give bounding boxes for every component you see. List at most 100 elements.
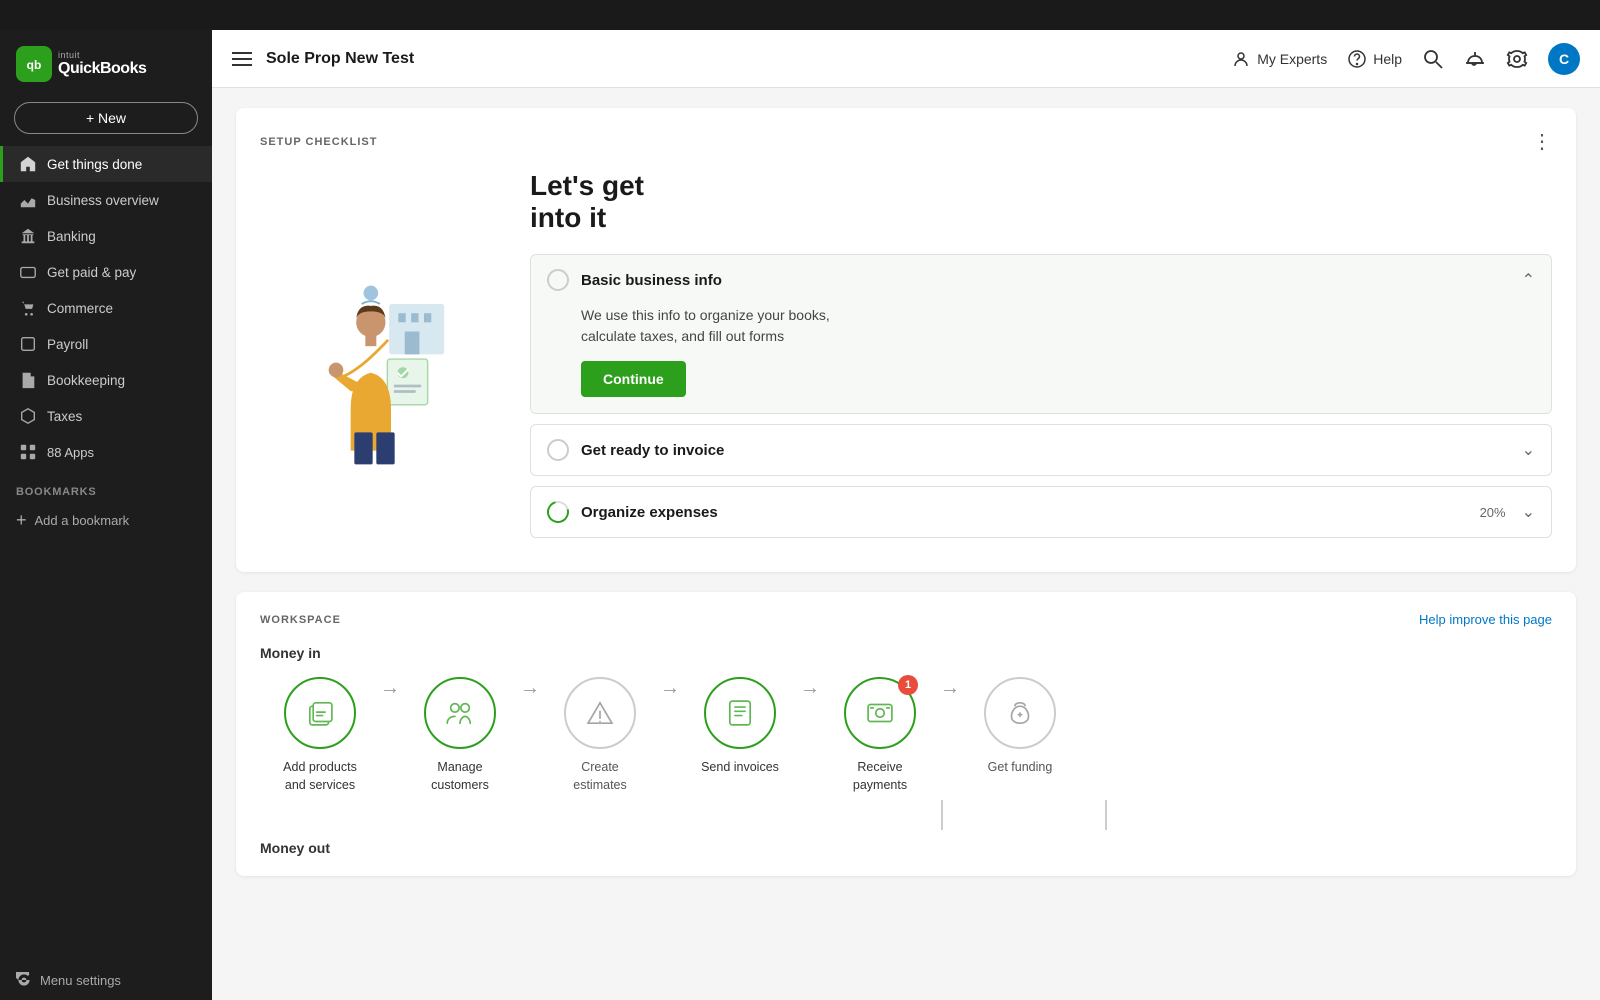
continue-button[interactable]: Continue [581, 361, 686, 397]
users-icon [443, 696, 477, 730]
settings-button[interactable] [1506, 48, 1528, 70]
add-bookmark-button[interactable]: + Add a bookmark [0, 502, 212, 539]
intuit-label: intuit [58, 50, 146, 60]
add-bookmark-label: Add a bookmark [35, 513, 130, 528]
workflow-icon-manage-customers [424, 677, 496, 749]
progress-text-expenses: 20% [1480, 505, 1506, 520]
circle-check-expenses [543, 497, 573, 527]
money-bag-icon [1003, 696, 1037, 730]
checklist-item-get-ready-left: Get ready to invoice [547, 439, 724, 461]
help-button[interactable]: Help [1347, 49, 1402, 69]
workspace-label: WORKSPACE [260, 614, 341, 626]
workspace-card: WORKSPACE Help improve this page Money i… [236, 592, 1576, 876]
workflow-item-send-invoices[interactable]: Send invoices [680, 677, 800, 777]
expand-chevron-expenses: ⌄ [1522, 502, 1535, 522]
sidebar-label-commerce: Commerce [47, 301, 113, 316]
my-experts-label: My Experts [1257, 51, 1327, 67]
workflow-label-send-invoices: Send invoices [701, 759, 779, 777]
search-button[interactable] [1422, 48, 1444, 70]
checklist-item-expenses-left: Organize expenses [547, 501, 718, 523]
workflow-arrow-5: → [940, 677, 960, 730]
sidebar-label-bookkeeping: Bookkeeping [47, 373, 125, 388]
sidebar-item-banking[interactable]: Banking [0, 218, 212, 254]
sidebar-item-payroll[interactable]: Payroll [0, 326, 212, 362]
gear-icon [16, 972, 32, 988]
workflow-label-add-products: Add productsand services [283, 759, 357, 794]
sidebar-label-banking: Banking [47, 229, 96, 244]
apps-icon [19, 443, 37, 461]
notifications-button[interactable] [1464, 48, 1486, 70]
workflow-item-manage-customers[interactable]: Managecustomers [400, 677, 520, 794]
checklist-desc-basic-info: We use this info to organize your books,… [581, 305, 1535, 347]
money-out-title: Money out [260, 840, 1552, 856]
illustration-svg [280, 249, 480, 469]
workflow-arrow-2: → [520, 677, 540, 730]
bell-icon [1464, 48, 1486, 70]
sidebar-item-bookkeeping[interactable]: Bookkeeping [0, 362, 212, 398]
sidebar-label-get-things-done: Get things done [47, 157, 142, 172]
bookmarks-title: BOOKMARKS [0, 470, 212, 502]
workflow-item-create-estimates[interactable]: Createestimates [540, 677, 660, 794]
workflow-item-add-products[interactable]: Add productsand services [260, 677, 380, 794]
checklist-title-expenses: Organize expenses [581, 504, 718, 521]
expand-chevron-up: ⌃ [1522, 270, 1535, 290]
sidebar-item-taxes[interactable]: Taxes [0, 398, 212, 434]
workflow-arrow-3: → [660, 677, 680, 730]
new-button[interactable]: + New [14, 102, 198, 134]
search-icon [1422, 48, 1444, 70]
workflow-icon-get-funding [984, 677, 1056, 749]
sidebar-item-get-paid-pay[interactable]: Get paid & pay [0, 254, 212, 290]
workflow-label-get-funding: Get funding [988, 759, 1053, 777]
sidebar-label-business-overview: Business overview [47, 193, 159, 208]
quickbooks-logo[interactable]: qb intuit QuickBooks [16, 46, 146, 82]
workflow-item-get-funding[interactable]: Get funding [960, 677, 1080, 777]
help-label: Help [1373, 51, 1402, 67]
setup-card-header: SETUP CHECKLIST ⋮ [260, 132, 1552, 152]
workflow-item-receive-payments[interactable]: 1 Receivepayments [820, 677, 940, 794]
quickbooks-label: QuickBooks [58, 60, 146, 77]
sidebar-item-apps[interactable]: 88 Apps [0, 434, 212, 470]
commerce-icon [19, 299, 37, 317]
workflow-label-create-estimates: Createestimates [573, 759, 627, 794]
checklist-item-basic-info-header[interactable]: Basic business info ⌃ [531, 255, 1551, 305]
sidebar-label-apps: 88 Apps [47, 445, 94, 460]
pay-icon [19, 263, 37, 281]
main-content: Sole Prop New Test My Experts [212, 30, 1600, 1000]
checklist-body-basic-info: We use this info to organize your books,… [531, 305, 1551, 413]
money-in-title: Money in [260, 645, 1552, 661]
workflow-label-receive-payments: Receivepayments [853, 759, 907, 794]
workflow-arrow-1: → [380, 677, 400, 730]
setup-illustration [260, 170, 500, 548]
workspace-header: WORKSPACE Help improve this page [260, 612, 1552, 627]
sidebar-item-get-things-done[interactable]: Get things done [0, 146, 212, 182]
header-right: My Experts Help [1231, 43, 1580, 75]
menu-settings-label: Menu settings [40, 973, 121, 988]
chart-icon [19, 191, 37, 209]
workflow-icon-create-estimates [564, 677, 636, 749]
vertical-line-receive-payments [1105, 800, 1107, 830]
header: Sole Prop New Test My Experts [212, 30, 1600, 88]
invoice-stack-icon [303, 696, 337, 730]
circle-check-get-ready [547, 439, 569, 461]
more-options-button[interactable]: ⋮ [1532, 132, 1552, 152]
sidebar-item-business-overview[interactable]: Business overview [0, 182, 212, 218]
workflow-icon-add-products [284, 677, 356, 749]
workflow-icon-receive-payments: 1 [844, 677, 916, 749]
top-bar [0, 0, 1600, 30]
user-avatar[interactable]: C [1548, 43, 1580, 75]
bank-icon [19, 227, 37, 245]
setup-heading: Let's getinto it [530, 170, 1552, 234]
checklist-item-expenses-header[interactable]: Organize expenses 20% ⌄ [531, 487, 1551, 537]
help-improve-link[interactable]: Help improve this page [1419, 612, 1552, 627]
settings-icon [1506, 48, 1528, 70]
invoice-doc-icon [723, 696, 757, 730]
my-experts-button[interactable]: My Experts [1231, 49, 1327, 69]
warning-triangle-icon [583, 696, 617, 730]
taxes-icon [19, 407, 37, 425]
sidebar-item-commerce[interactable]: Commerce [0, 290, 212, 326]
logo-text-wrap: intuit QuickBooks [58, 50, 146, 78]
hamburger-menu[interactable] [232, 52, 252, 66]
menu-settings[interactable]: Menu settings [0, 960, 212, 1000]
checklist-item-get-ready-header[interactable]: Get ready to invoice ⌄ [531, 425, 1551, 475]
checklist-content: Let's getinto it Basic business info ⌃ [530, 170, 1552, 548]
